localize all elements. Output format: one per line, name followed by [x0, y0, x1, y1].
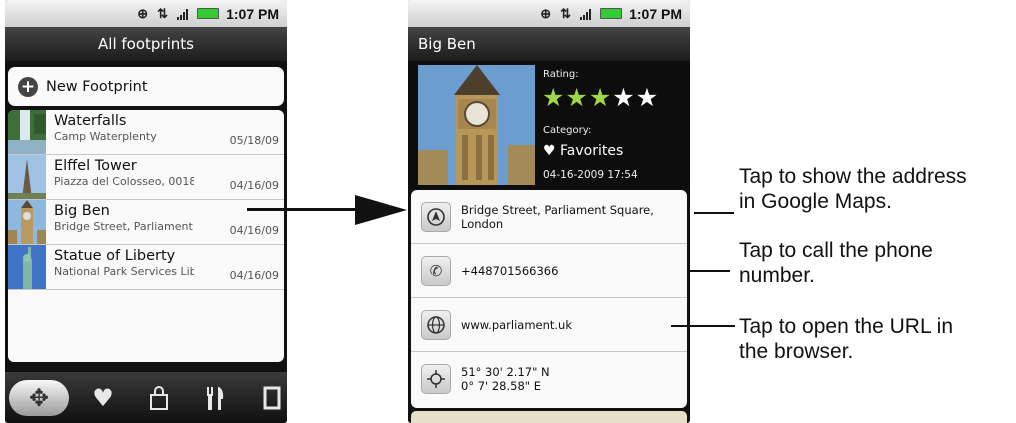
phone-leader-line: [690, 270, 730, 272]
latitude-text: 51° 30' 2.17" N: [461, 364, 550, 379]
item-title: Statue of Liberty: [54, 248, 176, 264]
phone-row[interactable]: ✆ +448701566366: [411, 244, 687, 298]
item-subtitle: Camp Waterplenty: [54, 130, 157, 143]
phone-callout-line-1: Tap to call the phone: [739, 239, 933, 262]
details-list: Bridge Street, Parliament Square, London…: [411, 190, 687, 408]
signal-icon: [580, 8, 592, 20]
url-row[interactable]: www.parliament.uk: [411, 298, 687, 352]
tower-thumbnail: [8, 155, 46, 199]
footprint-detail-screen: ⊕ ⇅ 1:07 PM Big Ben Rating: ★ ★ ★ ★ ★ Catego…: [408, 0, 690, 423]
address-leader-line: [694, 212, 734, 214]
url-callout-line-1: Tap to open the URL in: [739, 315, 954, 338]
rating-label: Rating:: [543, 69, 579, 80]
waterfall-thumbnail: [8, 110, 46, 154]
heart-icon: ♥: [543, 143, 556, 159]
url-text: www.parliament.uk: [461, 317, 573, 332]
item-date: 04/16/09: [229, 224, 279, 237]
map-preview[interactable]: [411, 411, 687, 423]
phone-callout-line-2: number.: [739, 264, 815, 287]
heart-icon[interactable]: ♥: [83, 380, 123, 416]
address-callout-line-1: Tap to show the address: [739, 165, 967, 188]
footprints-list: Waterfalls Camp Waterplenty 05/18/09 Elf…: [8, 110, 284, 362]
statue-of-liberty-thumbnail: [8, 245, 46, 289]
phone-number: +448701566366: [461, 263, 559, 278]
dining-icon[interactable]: [195, 380, 235, 416]
address-line-1: Bridge Street, Parliament Square,: [461, 202, 654, 217]
url-callout-line-2: the browser.: [739, 340, 854, 363]
star-icon[interactable]: ★: [589, 83, 611, 113]
category-text: Favorites: [560, 143, 624, 159]
category-label: Category:: [543, 125, 592, 136]
longitude-text: 0° 7' 28.58" E: [461, 378, 541, 393]
list-item[interactable]: Statue of Liberty National Park Services…: [8, 245, 284, 290]
star-icon[interactable]: ★: [612, 83, 634, 113]
phone-callout: Tap to call the phone number.: [739, 238, 933, 288]
status-bar: ⊕ ⇅ 1:07 PM: [5, 0, 287, 27]
list-item[interactable]: Elffel Tower Piazza del Colosseo, 00184 …: [8, 155, 284, 200]
item-subtitle: Bridge Street, Parliament S...: [54, 220, 194, 233]
address-callout-line-2: in Google Maps.: [739, 190, 892, 213]
category-tab-bar: ✥ ♥: [5, 372, 287, 423]
url-leader-line: [671, 325, 735, 327]
item-title: Elffel Tower: [54, 158, 137, 174]
coordinates-row[interactable]: 51° 30' 2.17" N 0° 7' 28.58" E: [411, 352, 687, 405]
footprint-header: Rating: ★ ★ ★ ★ ★ Category: ♥ Favorites 04-1…: [408, 61, 690, 189]
battery-icon: [600, 8, 623, 19]
globe-icon: [421, 309, 451, 340]
signal-icon: [177, 8, 189, 20]
new-footprint-label: New Footprint: [46, 78, 148, 95]
data-sync-icon: ⇅: [560, 5, 572, 21]
list-item[interactable]: Big Ben Bridge Street, Parliament S... 0…: [8, 200, 284, 245]
arrow-head: [355, 195, 407, 225]
item-date: 04/16/09: [229, 269, 279, 282]
data-sync-icon: ⇅: [157, 5, 169, 21]
gps-icon: ⊕: [137, 5, 149, 21]
item-date: 04/16/09: [229, 179, 279, 192]
url-callout: Tap to open the URL in the browser.: [739, 314, 953, 364]
category-value: ♥ Favorites: [543, 143, 623, 159]
star-icon[interactable]: ★: [565, 83, 587, 113]
rating-stars[interactable]: ★ ★ ★ ★ ★: [542, 83, 659, 113]
address-row[interactable]: Bridge Street, Parliament Square, London: [411, 190, 687, 244]
status-time: 1:07 PM: [226, 5, 279, 22]
item-title: Big Ben: [54, 203, 110, 219]
shopping-bag-icon[interactable]: [139, 380, 179, 416]
page-title: All footprints: [5, 27, 287, 61]
status-bar: ⊕ ⇅ 1:07 PM: [408, 0, 690, 27]
plus-icon: +: [18, 76, 38, 97]
item-subtitle: National Park Services Libe...: [54, 265, 194, 278]
compass-icon[interactable]: ✥: [9, 380, 69, 416]
big-ben-thumbnail: [8, 200, 46, 244]
star-icon[interactable]: ★: [542, 83, 564, 113]
more-icon[interactable]: [251, 380, 287, 416]
footprint-date: 04-16-2009 17:54: [543, 169, 638, 181]
footprint-photo[interactable]: [418, 65, 535, 185]
arrow-shaft: [247, 208, 367, 211]
footprints-list-screen: ⊕ ⇅ 1:07 PM All footprints + New Footpri…: [5, 0, 287, 423]
item-title: Waterfalls: [54, 113, 127, 129]
gps-icon: ⊕: [540, 5, 552, 21]
address-line-2: London: [461, 216, 504, 231]
gps-coordinates-icon: [421, 363, 451, 394]
phone-icon: ✆: [421, 255, 451, 286]
status-time: 1:07 PM: [629, 5, 682, 22]
battery-icon: [197, 8, 220, 19]
map-compass-icon: [421, 201, 451, 232]
new-footprint-button[interactable]: + New Footprint: [8, 67, 284, 106]
item-subtitle: Piazza del Colosseo, 00184 ...: [54, 175, 194, 188]
address-callout: Tap to show the address in Google Maps.: [739, 164, 967, 214]
list-item[interactable]: Waterfalls Camp Waterplenty 05/18/09: [8, 110, 284, 155]
page-title: Big Ben: [408, 27, 690, 61]
item-date: 05/18/09: [229, 134, 279, 147]
star-icon[interactable]: ★: [636, 83, 658, 113]
